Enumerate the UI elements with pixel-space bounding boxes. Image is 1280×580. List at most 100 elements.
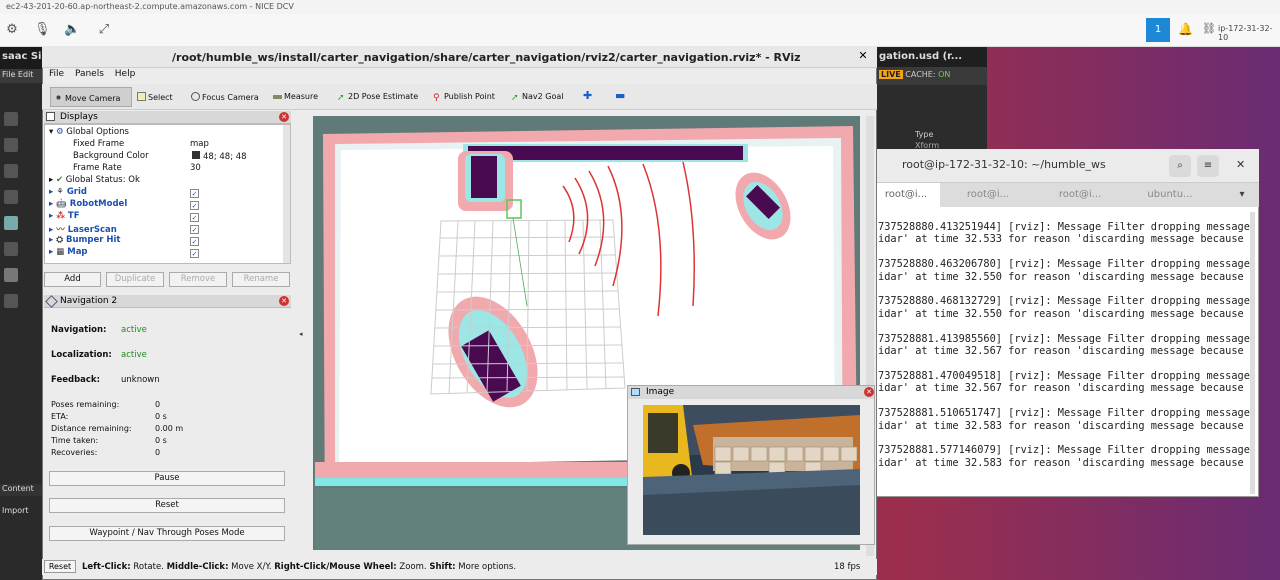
close-panel-icon[interactable]: ✕ bbox=[279, 296, 289, 306]
frame-rate-value[interactable]: 30 bbox=[190, 163, 201, 175]
terminal-line: idar' at time 32.567 for reason 'discard… bbox=[878, 382, 1244, 395]
menu-help[interactable]: Help bbox=[115, 69, 136, 79]
tree-item-map[interactable]: ▸ ▦ Map bbox=[49, 247, 88, 259]
tool-label: Nav2 Goal bbox=[522, 92, 564, 101]
display-item-label: Grid bbox=[66, 187, 87, 197]
terminal-tab[interactable]: root@i... bbox=[1050, 183, 1110, 207]
search-icon[interactable]: ⌕ bbox=[1169, 155, 1191, 177]
displays-title: Displays bbox=[60, 112, 98, 122]
isaac-tool-icon[interactable] bbox=[4, 112, 18, 126]
terminal-scrollbar[interactable] bbox=[1250, 212, 1255, 494]
live-badge[interactable]: LIVE bbox=[879, 70, 903, 79]
grid-checkbox[interactable]: ✓ bbox=[190, 189, 199, 198]
menu-icon[interactable]: ≡ bbox=[1197, 155, 1219, 177]
rviz-menubar: File Panels Help bbox=[42, 68, 877, 82]
view-reset-button[interactable]: Reset bbox=[44, 560, 76, 573]
status-shift-text: More options. bbox=[455, 562, 517, 572]
map-checkbox[interactable]: ✓ bbox=[190, 249, 199, 258]
terminal-tab[interactable]: ubuntu... bbox=[1140, 183, 1200, 207]
remove-button[interactable]: Remove bbox=[169, 272, 227, 287]
tool-publish-point[interactable]: ⚲ Publish Point bbox=[430, 87, 498, 107]
tree-item-grid[interactable]: ▸ ⚘ Grid bbox=[49, 187, 87, 199]
reset-button[interactable]: Reset bbox=[49, 498, 285, 513]
pause-button[interactable]: Pause bbox=[49, 471, 285, 486]
menu-panels[interactable]: Panels bbox=[75, 69, 104, 79]
isaac-stop-icon[interactable] bbox=[4, 294, 18, 308]
notification-count-badge[interactable]: 1 bbox=[1146, 18, 1170, 42]
background-color-value[interactable]: 48; 48; 48 bbox=[192, 151, 247, 163]
global-options-label: Global Options bbox=[66, 127, 129, 137]
isaac-pause-icon[interactable] bbox=[4, 268, 18, 282]
terminal-tab[interactable]: root@i... bbox=[958, 183, 1018, 207]
terminal-tab[interactable]: root@i... bbox=[872, 183, 940, 207]
close-panel-icon[interactable]: ✕ bbox=[279, 112, 289, 122]
add-tool-icon[interactable]: ✚ bbox=[580, 87, 595, 107]
tree-item-tf[interactable]: ▸ ⁂ TF bbox=[49, 211, 80, 223]
bumper-hit-checkbox[interactable]: ✓ bbox=[190, 237, 199, 246]
tool-measure[interactable]: Measure bbox=[270, 87, 321, 107]
tool-nav2-goal[interactable]: ➚ Nav2 Goal bbox=[508, 87, 566, 107]
background-color-label: Background Color bbox=[73, 151, 149, 161]
isaac-move-icon[interactable] bbox=[4, 164, 18, 178]
tool-label: Focus Camera bbox=[202, 93, 259, 102]
settings-icon[interactable]: ⚙ bbox=[4, 22, 20, 38]
isaac-rotate-icon[interactable] bbox=[4, 190, 18, 204]
distance-remaining-label: Distance remaining: bbox=[51, 424, 132, 433]
feedback-label: Feedback: bbox=[51, 375, 100, 385]
tree-item-bumper-hit[interactable]: ▸ ⛭ Bumper Hit bbox=[49, 235, 121, 247]
close-icon[interactable]: ✕ bbox=[856, 49, 870, 63]
microphone-icon[interactable]: 🎙 bbox=[34, 22, 51, 38]
remove-tool-icon[interactable]: ▬ bbox=[612, 87, 628, 107]
ruler-icon bbox=[273, 95, 282, 99]
tool-move-camera[interactable]: Move Camera bbox=[50, 87, 132, 107]
navigation-status: active bbox=[121, 325, 147, 335]
terminal-line: idar' at time 32.533 for reason 'discard… bbox=[878, 233, 1244, 246]
isaac-import-button[interactable]: Import bbox=[0, 506, 45, 518]
tool-select[interactable]: Select bbox=[134, 87, 176, 107]
bell-icon[interactable]: 🔔 bbox=[1178, 22, 1193, 36]
isaac-content-tab[interactable]: Content bbox=[0, 484, 45, 496]
close-icon[interactable]: ✕ bbox=[1236, 158, 1245, 171]
fps-counter: 18 fps bbox=[834, 562, 861, 572]
tool-label: Move Camera bbox=[65, 94, 121, 103]
add-button[interactable]: Add bbox=[44, 272, 101, 287]
waypoint-mode-button[interactable]: Waypoint / Nav Through Poses Mode bbox=[49, 526, 285, 541]
status-middle-text: Move X/Y. bbox=[228, 562, 275, 572]
chevron-down-icon[interactable]: ▾ bbox=[1234, 183, 1250, 207]
tf-checkbox[interactable]: ✓ bbox=[190, 213, 199, 222]
tool-focus-camera[interactable]: Focus Camera bbox=[188, 87, 262, 107]
tool-label: Publish Point bbox=[444, 92, 495, 101]
duplicate-button[interactable]: Duplicate bbox=[106, 272, 164, 287]
terminal-line: 737528881.577146079] [rviz]: Message Fil… bbox=[878, 444, 1250, 457]
isaac-snap-icon[interactable] bbox=[4, 242, 18, 256]
tree-global-options[interactable]: ▾ ⚙ Global Options bbox=[49, 127, 129, 139]
status-right-text: Zoom. bbox=[396, 562, 430, 572]
isaac-sim-menu[interactable]: File Edit bbox=[0, 69, 45, 83]
terminal-line: idar' at time 32.567 for reason 'discard… bbox=[878, 345, 1244, 358]
time-taken-label: Time taken: bbox=[51, 436, 99, 445]
collapse-arrow-icon[interactable]: ◂ bbox=[299, 330, 303, 338]
feedback-status: unknown bbox=[121, 375, 160, 385]
tree-global-status[interactable]: ▸ ✔ Global Status: Ok bbox=[49, 175, 140, 187]
laserscan-checkbox[interactable]: ✓ bbox=[190, 225, 199, 234]
close-panel-icon[interactable]: ✕ bbox=[864, 387, 874, 397]
camera-image bbox=[643, 405, 860, 535]
fullscreen-icon[interactable]: ⤢ bbox=[96, 22, 112, 38]
menu-file[interactable]: File bbox=[49, 69, 64, 79]
robotmodel-checkbox[interactable]: ✓ bbox=[190, 201, 199, 210]
displays-scrollbar[interactable] bbox=[283, 125, 290, 263]
displays-tree[interactable]: ▾ ⚙ Global Options Fixed Frame map Backg… bbox=[44, 124, 291, 264]
speaker-icon[interactable]: 🔈 bbox=[64, 22, 80, 38]
isaac-select-icon[interactable] bbox=[4, 138, 18, 152]
fixed-frame-value[interactable]: map bbox=[190, 139, 209, 151]
tool-label: Measure bbox=[284, 92, 318, 101]
isaac-scale-icon[interactable] bbox=[4, 216, 18, 230]
rename-button[interactable]: Rename bbox=[232, 272, 290, 287]
terminal-output[interactable]: 737528880.413251944] [rviz]: Message Fil… bbox=[873, 207, 1250, 495]
navigation-label: Navigation: bbox=[51, 325, 107, 335]
tool-2d-pose-estimate[interactable]: ➚ 2D Pose Estimate bbox=[334, 87, 421, 107]
tree-item-laserscan[interactable]: ▸ 〰 LaserScan bbox=[49, 223, 117, 235]
tree-item-robotmodel[interactable]: ▸ 🤖 RobotModel bbox=[49, 199, 127, 211]
terminal-line: 737528881.510651747] [rviz]: Message Fil… bbox=[878, 407, 1250, 420]
